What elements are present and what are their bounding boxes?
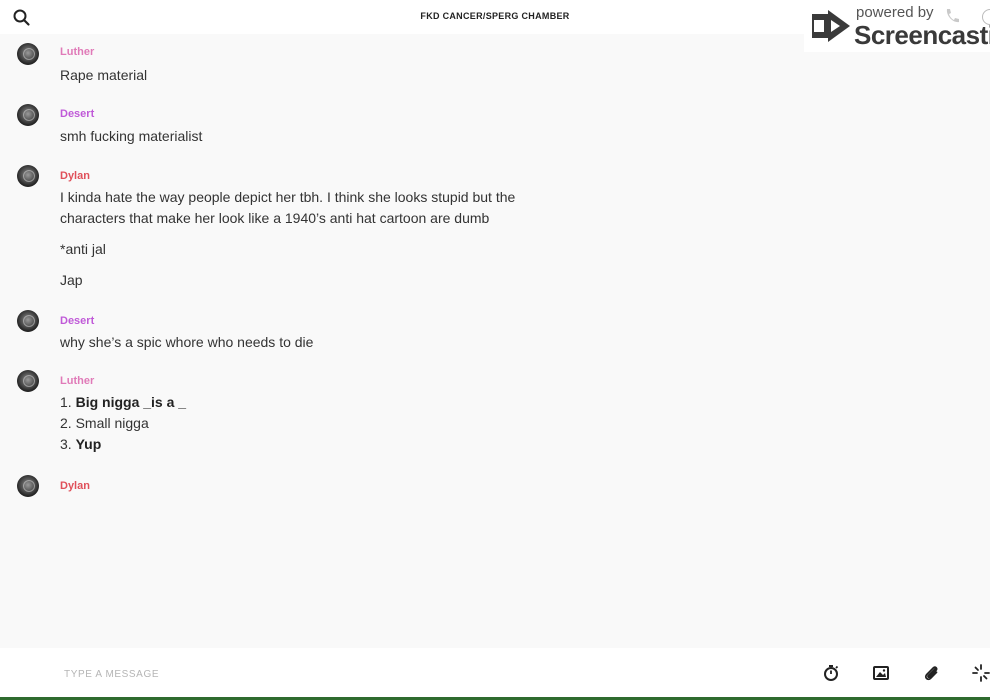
avatar[interactable] bbox=[17, 370, 39, 392]
sender-name[interactable]: Luther bbox=[60, 46, 94, 58]
message-text: *anti jal bbox=[60, 241, 106, 257]
message-text: characters that make her look like a 194… bbox=[60, 210, 490, 226]
list-text: Big nigga _is a _ bbox=[75, 394, 187, 410]
sender-name[interactable]: Dylan bbox=[60, 480, 90, 492]
sender-name[interactable]: Luther bbox=[60, 375, 94, 387]
sparkle-button[interactable] bbox=[972, 664, 990, 682]
avatar[interactable] bbox=[17, 475, 39, 497]
message-text: Rape material bbox=[60, 67, 148, 83]
image-button[interactable] bbox=[872, 664, 890, 682]
message-input[interactable] bbox=[62, 664, 666, 684]
avatar[interactable] bbox=[17, 310, 39, 332]
sparkle-icon bbox=[972, 664, 990, 682]
timer-button[interactable] bbox=[822, 664, 840, 682]
avatar[interactable] bbox=[17, 165, 39, 187]
composer-bar bbox=[0, 648, 990, 698]
timer-icon bbox=[824, 665, 839, 681]
sender-name[interactable]: Desert bbox=[60, 108, 94, 120]
phone-icon[interactable] bbox=[944, 8, 960, 24]
attachment-button[interactable] bbox=[922, 664, 940, 682]
avatar[interactable] bbox=[17, 104, 39, 126]
avatar[interactable] bbox=[17, 43, 39, 65]
image-icon bbox=[873, 666, 889, 680]
watermark-powered-text: powered by bbox=[856, 4, 934, 21]
list-number: 3. bbox=[60, 436, 72, 452]
list-item: 1. Big nigga _is a _ bbox=[60, 394, 186, 410]
list-number: 1. bbox=[60, 394, 72, 410]
message-text: I kinda hate the way people depict her t… bbox=[60, 189, 516, 205]
attachment-icon bbox=[924, 666, 938, 681]
message-list: Luther Rape material Desert smh fucking … bbox=[0, 34, 990, 648]
list-text: Yup bbox=[75, 436, 102, 452]
list-text: Small nigga bbox=[75, 415, 149, 431]
message-text: why she’s a spic whore who needs to die bbox=[60, 334, 314, 350]
list-number: 2. bbox=[60, 415, 72, 431]
sender-name[interactable]: Dylan bbox=[60, 170, 90, 182]
list-item: 2. Small nigga bbox=[60, 415, 149, 431]
sender-name[interactable]: Desert bbox=[60, 315, 94, 327]
message-text: smh fucking materialist bbox=[60, 128, 203, 144]
message-text: Jap bbox=[60, 272, 83, 288]
list-item: 3. Yup bbox=[60, 436, 101, 452]
